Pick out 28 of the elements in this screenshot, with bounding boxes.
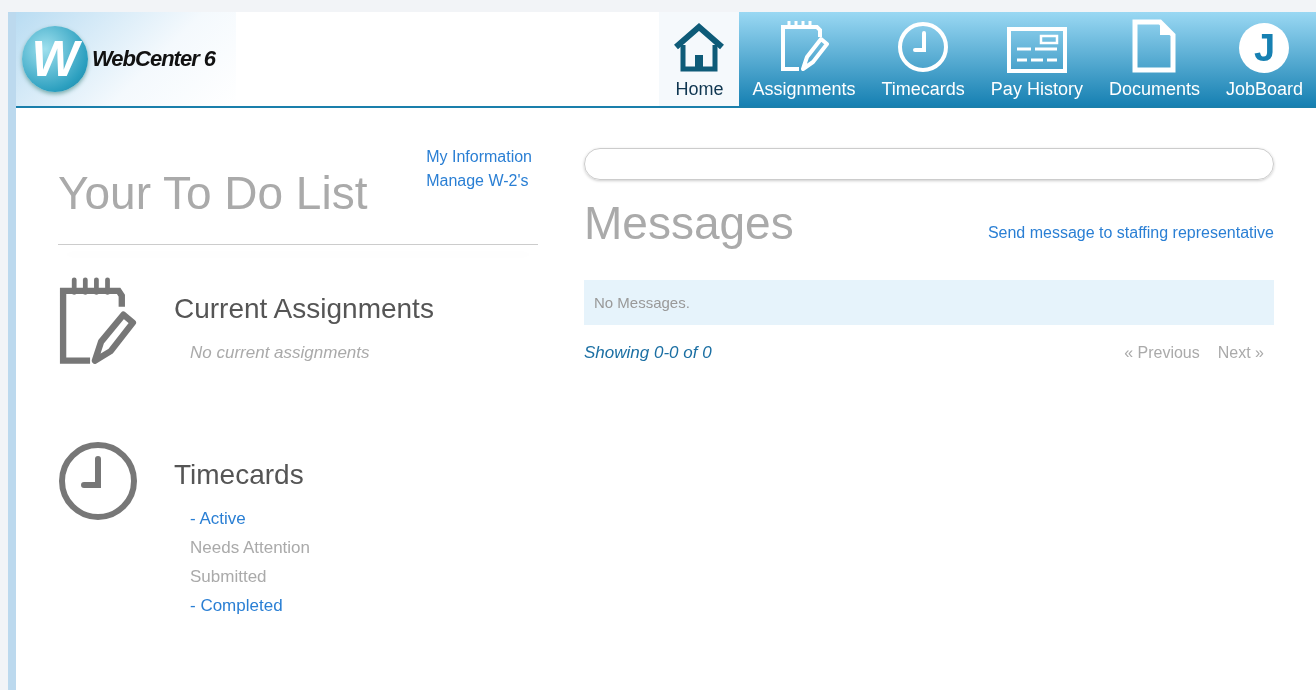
- section-heading: Current Assignments: [174, 293, 434, 325]
- page-title: Your To Do List: [58, 166, 368, 220]
- nav-tab[interactable]: Home: [659, 12, 740, 106]
- check-card-icon: [1006, 27, 1067, 73]
- section-heading: Timecards: [174, 459, 305, 491]
- document-icon: [1132, 19, 1177, 73]
- notepad-pencil-icon: [58, 275, 138, 367]
- clock-icon: [58, 441, 138, 521]
- home-icon: [672, 23, 727, 73]
- nav-tab[interactable]: Pay History: [977, 12, 1096, 106]
- nav-tab[interactable]: J JobBoard: [1212, 12, 1316, 106]
- section-title: Messages: [584, 196, 794, 250]
- result-count: Showing 0-0 of 0: [584, 343, 712, 363]
- nav-tab[interactable]: Timecards: [868, 12, 978, 106]
- nav-link[interactable]: My Information: [426, 148, 532, 166]
- clock-icon: [897, 21, 950, 73]
- logo-title: WebCenter 6: [92, 46, 216, 72]
- logo-badge: W: [22, 26, 88, 92]
- timecard-filter-link[interactable]: - Completed: [190, 596, 311, 616]
- empty-message: No Messages.: [584, 280, 1274, 325]
- nav-tab[interactable]: Assignments: [739, 12, 869, 106]
- timecard-filter-link[interactable]: - Active: [190, 509, 311, 529]
- job-board-logo-icon: J: [1239, 23, 1290, 73]
- notepad-pencil-icon: [778, 19, 829, 73]
- empty-message: No current assignments: [190, 343, 371, 363]
- send-message-link[interactable]: Send message to staffing representative: [987, 224, 1274, 242]
- nav-link[interactable]: Manage W-2's: [426, 172, 532, 190]
- nav-tab[interactable]: Documents: [1095, 12, 1213, 106]
